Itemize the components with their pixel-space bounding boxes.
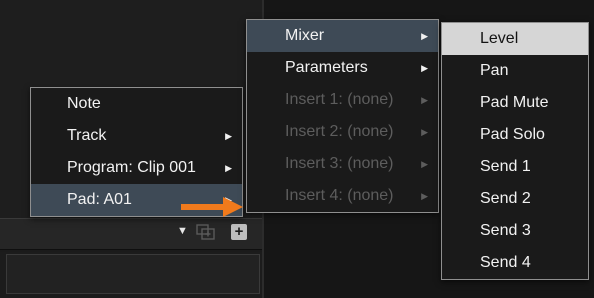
submenu-arrow-icon: ▶ (421, 159, 428, 169)
submenu-arrow-icon: ▶ (225, 163, 232, 173)
menu-item-label: Insert 3: (none) (285, 155, 394, 172)
menu-item-program[interactable]: Program: Clip 001 ▶ (31, 152, 242, 184)
menu-item-mixer[interactable]: Mixer ▶ (247, 20, 438, 52)
menu-item-label: Insert 1: (none) (285, 91, 394, 108)
menu-item-label: Send 3 (480, 222, 531, 239)
menu-item-label: Pad Mute (480, 94, 549, 111)
menu-item-insert-1: Insert 1: (none) ▶ (247, 84, 438, 116)
menu-item-insert-2: Insert 2: (none) ▶ (247, 116, 438, 148)
menu-item-label: Pad Solo (480, 126, 545, 143)
orange-arrow-icon (181, 197, 243, 217)
menu-item-label: Mixer (285, 27, 325, 44)
menu-item-label: Send 2 (480, 190, 531, 207)
submenu-arrow-icon: ▶ (421, 127, 428, 137)
submenu-arrow-icon: ▶ (421, 31, 428, 41)
menu-item-label: Send 1 (480, 158, 531, 175)
menu-item-send-2[interactable]: Send 2 (442, 183, 588, 215)
menu-item-label: Insert 2: (none) (285, 123, 394, 140)
menu-item-send-4[interactable]: Send 4 (442, 247, 588, 279)
menu-item-note[interactable]: Note (31, 88, 242, 120)
duplicate-icon[interactable] (196, 224, 216, 240)
menu-item-insert-3: Insert 3: (none) ▶ (247, 148, 438, 180)
menu-item-label: Send 4 (480, 254, 531, 271)
menu-item-insert-4: Insert 4: (none) ▶ (247, 180, 438, 212)
menu-item-label: Pad: A01 (67, 191, 132, 208)
menu-item-label: Program: Clip 001 (67, 159, 196, 176)
submenu-arrow-icon: ▶ (421, 191, 428, 201)
menu-item-label: Parameters (285, 59, 368, 76)
bottom-field (6, 254, 260, 294)
menu-item-label: Track (67, 127, 107, 144)
menu-item-send-1[interactable]: Send 1 (442, 151, 588, 183)
triangle-down-icon[interactable]: ▼ (177, 226, 188, 237)
menu-item-level[interactable]: Level (442, 23, 588, 55)
submenu-arrow-icon: ▶ (421, 95, 428, 105)
menu-item-track[interactable]: Track ▶ (31, 120, 242, 152)
submenu-arrow-icon: ▶ (225, 131, 232, 141)
menu-item-label: Pan (480, 62, 509, 79)
menu-item-label: Level (480, 30, 519, 47)
mixer-submenu: Level Pan Pad Mute Pad Solo Send 1 Send … (441, 22, 589, 280)
menu-item-pad-solo[interactable]: Pad Solo (442, 119, 588, 151)
submenu-arrow-icon: ▶ (421, 63, 428, 73)
toolbar-strip (0, 218, 262, 250)
menu-item-parameters[interactable]: Parameters ▶ (247, 52, 438, 84)
menu-item-label: Note (67, 95, 101, 112)
plus-icon[interactable]: + (231, 224, 247, 240)
menu-item-pan[interactable]: Pan (442, 55, 588, 87)
menu-item-pad-mute[interactable]: Pad Mute (442, 87, 588, 119)
pad-submenu: Mixer ▶ Parameters ▶ Insert 1: (none) ▶ … (246, 19, 439, 213)
menu-item-send-3[interactable]: Send 3 (442, 215, 588, 247)
menu-item-label: Insert 4: (none) (285, 187, 394, 204)
